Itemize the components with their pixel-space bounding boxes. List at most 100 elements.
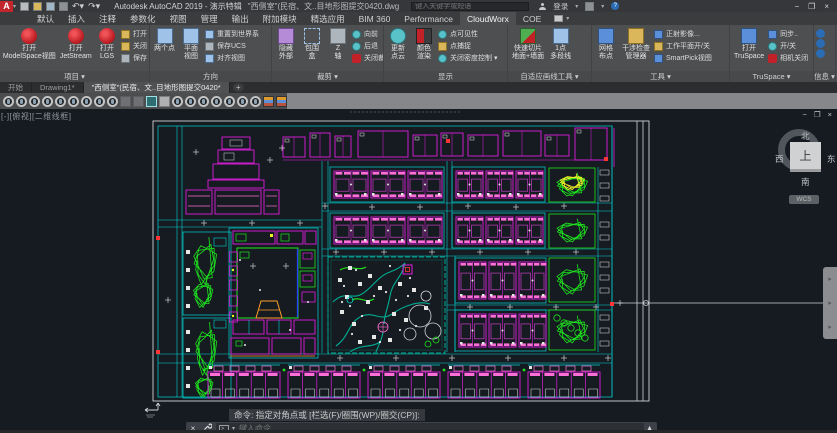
restore-button[interactable]: ❐ xyxy=(808,2,815,11)
app-menu-caret-icon[interactable]: ▾ xyxy=(13,3,16,10)
panel-label-自适应画线工具[interactable]: 自适应画线工具 ▾ xyxy=(508,71,591,82)
ribbon-button-点捕捉[interactable]: 点捕捉 xyxy=(438,41,497,52)
toolbar-button-ring-icon[interactable] xyxy=(237,96,248,107)
ribbon-button-颜色渲染[interactable]: 颜色渲染 xyxy=(412,27,436,62)
ribbon-button-包围盒[interactable]: 包围盒 xyxy=(300,27,324,62)
ribbon-button-两个点[interactable]: 两个点 xyxy=(152,27,177,54)
toolbar-button-ring-icon[interactable] xyxy=(68,96,79,107)
ribbon-button-快速切片地面+墙面[interactable]: 快速切片地面+墙面 xyxy=(510,27,546,62)
ribbon-display-toggle[interactable]: ▾ xyxy=(548,12,575,25)
ribbon-button-打开[interactable]: 打开 xyxy=(121,29,147,40)
panel-label-工具[interactable]: 工具 ▾ xyxy=(592,71,729,82)
ribbon-tab-输出[interactable]: 输出 xyxy=(225,12,256,25)
toolbar-button-ring-icon[interactable] xyxy=(29,96,40,107)
ribbon-button-干涉检查管理器[interactable]: 干涉检查管理器 xyxy=(620,27,652,62)
save-icon[interactable] xyxy=(46,2,55,11)
ribbon-button-打开ModelSpace视图[interactable]: 打开ModelSpace视图 xyxy=(2,27,57,62)
ribbon-button-向前[interactable]: 向前 xyxy=(352,29,383,40)
panel-label-项目[interactable]: 项目 ▾ xyxy=(0,71,149,82)
ribbon-button-infoC[interactable] xyxy=(816,49,828,58)
store-icon[interactable] xyxy=(585,2,594,11)
toolbar-button-dim-icon[interactable] xyxy=(133,96,144,107)
ribbon-button-相机关闭[interactable]: 相机关闭 xyxy=(768,53,808,64)
sign-in-caret-icon[interactable]: ▾ xyxy=(575,3,578,10)
ribbon-button-对齐视图[interactable]: 对齐视图 xyxy=(205,53,259,64)
ribbon-tab-Performance[interactable]: Performance xyxy=(397,12,460,25)
ribbon-button-SmartPick视图[interactable]: SmartPick视图 xyxy=(654,53,712,64)
toolbar-button-ring-icon[interactable] xyxy=(3,96,14,107)
ribbon-button-工作平面开/关[interactable]: 工作平面开/关 xyxy=(654,41,712,52)
toolbar-button-ring-icon[interactable] xyxy=(198,96,209,107)
toolbar-button-color-icon[interactable] xyxy=(276,96,287,107)
toolbar-button-ring-icon[interactable] xyxy=(55,96,66,107)
ribbon-tab-注释[interactable]: 注释 xyxy=(92,12,123,25)
viewcube-east[interactable]: 东 xyxy=(827,153,836,165)
doc-close-button[interactable]: × xyxy=(828,111,832,119)
ribbon-button-点可见性[interactable]: 点可见性 xyxy=(438,29,497,40)
ribbon-button-隐藏外部[interactable]: 隐藏外部 xyxy=(274,27,298,62)
viewcube-wcs-button[interactable]: WCS xyxy=(789,195,819,204)
ribbon-button-关闭裁剪[interactable]: 关闭裁剪 xyxy=(352,53,383,64)
viewcube-south[interactable]: 南 xyxy=(801,176,810,188)
viewcube-west[interactable]: 西 xyxy=(775,153,784,165)
toolbar-button-ring-icon[interactable] xyxy=(107,96,118,107)
autocad-logo[interactable]: A xyxy=(0,1,13,12)
ribbon-button-更新点云[interactable]: 更新点云 xyxy=(386,27,410,62)
toolbar-button-dim-icon[interactable] xyxy=(120,96,131,107)
toolbar-button-ring-icon[interactable] xyxy=(185,96,196,107)
toolbar-button-ring-icon[interactable] xyxy=(211,96,222,107)
ribbon-tab-BIM 360[interactable]: BIM 360 xyxy=(352,12,398,25)
toolbar-button-ring-icon[interactable] xyxy=(81,96,92,107)
ribbon-button-同步..[interactable]: 同步.. xyxy=(768,29,808,40)
cloud-caret-icon[interactable]: ▾ xyxy=(601,3,604,10)
sign-in-label[interactable]: 登录 xyxy=(553,1,568,12)
ribbon-button-打开TruSpace[interactable]: 打开TruSpace xyxy=(732,27,766,62)
undo-icon[interactable]: ↶▾ xyxy=(72,2,84,11)
ribbon-button-正射影像...[interactable]: 正射影像... xyxy=(654,29,712,40)
file-tab[interactable]: "西侧室"(民宿、文..目地形图提交0420* xyxy=(84,82,230,93)
plot-icon[interactable] xyxy=(59,2,68,11)
new-file-icon[interactable] xyxy=(20,2,29,11)
panel-label-信息[interactable]: 信息 ▾ xyxy=(814,71,835,82)
toolbar-button-tealbox-icon[interactable] xyxy=(146,96,157,107)
toolbar-button-ring-icon[interactable] xyxy=(16,96,27,107)
toolbar-button-ring-icon[interactable] xyxy=(94,96,105,107)
ribbon-tab-默认[interactable]: 默认 xyxy=(30,12,61,25)
ribbon-button-infoB[interactable] xyxy=(816,39,828,48)
redo-icon[interactable]: ↷▾ xyxy=(88,2,100,11)
ribbon-button-保存UCS[interactable]: 保存UCS xyxy=(205,41,259,52)
open-file-icon[interactable] xyxy=(33,2,42,11)
ribbon-button-infoA[interactable] xyxy=(816,29,828,38)
ribbon-button-1点多段线[interactable]: 1点多段线 xyxy=(548,27,573,62)
panel-label-裁剪[interactable]: 裁剪 ▾ xyxy=(272,71,383,82)
ribbon-tab-视图[interactable]: 视图 xyxy=(163,12,194,25)
toolbar-button-ring-icon[interactable] xyxy=(172,96,183,107)
ribbon-button-保存[interactable]: 保存 xyxy=(121,53,147,64)
viewcube-top-face[interactable]: 上 xyxy=(790,142,821,172)
help-icon[interactable]: ? xyxy=(611,2,619,10)
minimize-button[interactable]: − xyxy=(794,2,799,11)
ribbon-tab-附加模块[interactable]: 附加模块 xyxy=(256,12,304,25)
new-drawing-tab-button[interactable]: + xyxy=(233,83,244,92)
ribbon-tab-CloudWorx[interactable]: CloudWorx xyxy=(460,12,516,25)
viewport-controls-label[interactable]: [-][俯视][二维线框] xyxy=(1,111,72,122)
viewcube-north[interactable]: 北 xyxy=(801,130,810,142)
toolbar-button-ring-icon[interactable] xyxy=(42,96,53,107)
user-icon[interactable] xyxy=(539,3,546,10)
ribbon-button-Z轴[interactable]: Z轴 xyxy=(326,27,350,62)
file-tab[interactable]: Drawing1* xyxy=(32,82,84,93)
ribbon-button-开/关[interactable]: 开/关 xyxy=(768,41,808,52)
ribbon-button-关闭[interactable]: 关闭 xyxy=(121,41,147,52)
collapsed-palette[interactable]: ▸ ▸ ▸ xyxy=(823,267,837,339)
ribbon-tab-COE[interactable]: COE xyxy=(516,12,548,25)
ribbon-button-关闭密度控制[interactable]: 关闭密度控制 ▾ xyxy=(438,53,497,64)
ribbon-button-平面视图[interactable]: 平面视图 xyxy=(179,27,203,62)
search-input[interactable] xyxy=(411,2,529,11)
ribbon-button-后退[interactable]: 后退 xyxy=(352,41,383,52)
ribbon-button-重置到世界系[interactable]: 重置到世界系 xyxy=(205,29,259,40)
drawing-canvas[interactable]: [-][俯视][二维线框] − ❐ × 北 东 南 西 上 WCS ▸ ▸ ▸ … xyxy=(0,109,837,430)
file-tab[interactable]: 开始 xyxy=(0,82,32,93)
close-button[interactable]: × xyxy=(824,2,829,11)
ribbon-tab-插入[interactable]: 插入 xyxy=(61,12,92,25)
doc-minimize-button[interactable]: − xyxy=(802,111,806,119)
